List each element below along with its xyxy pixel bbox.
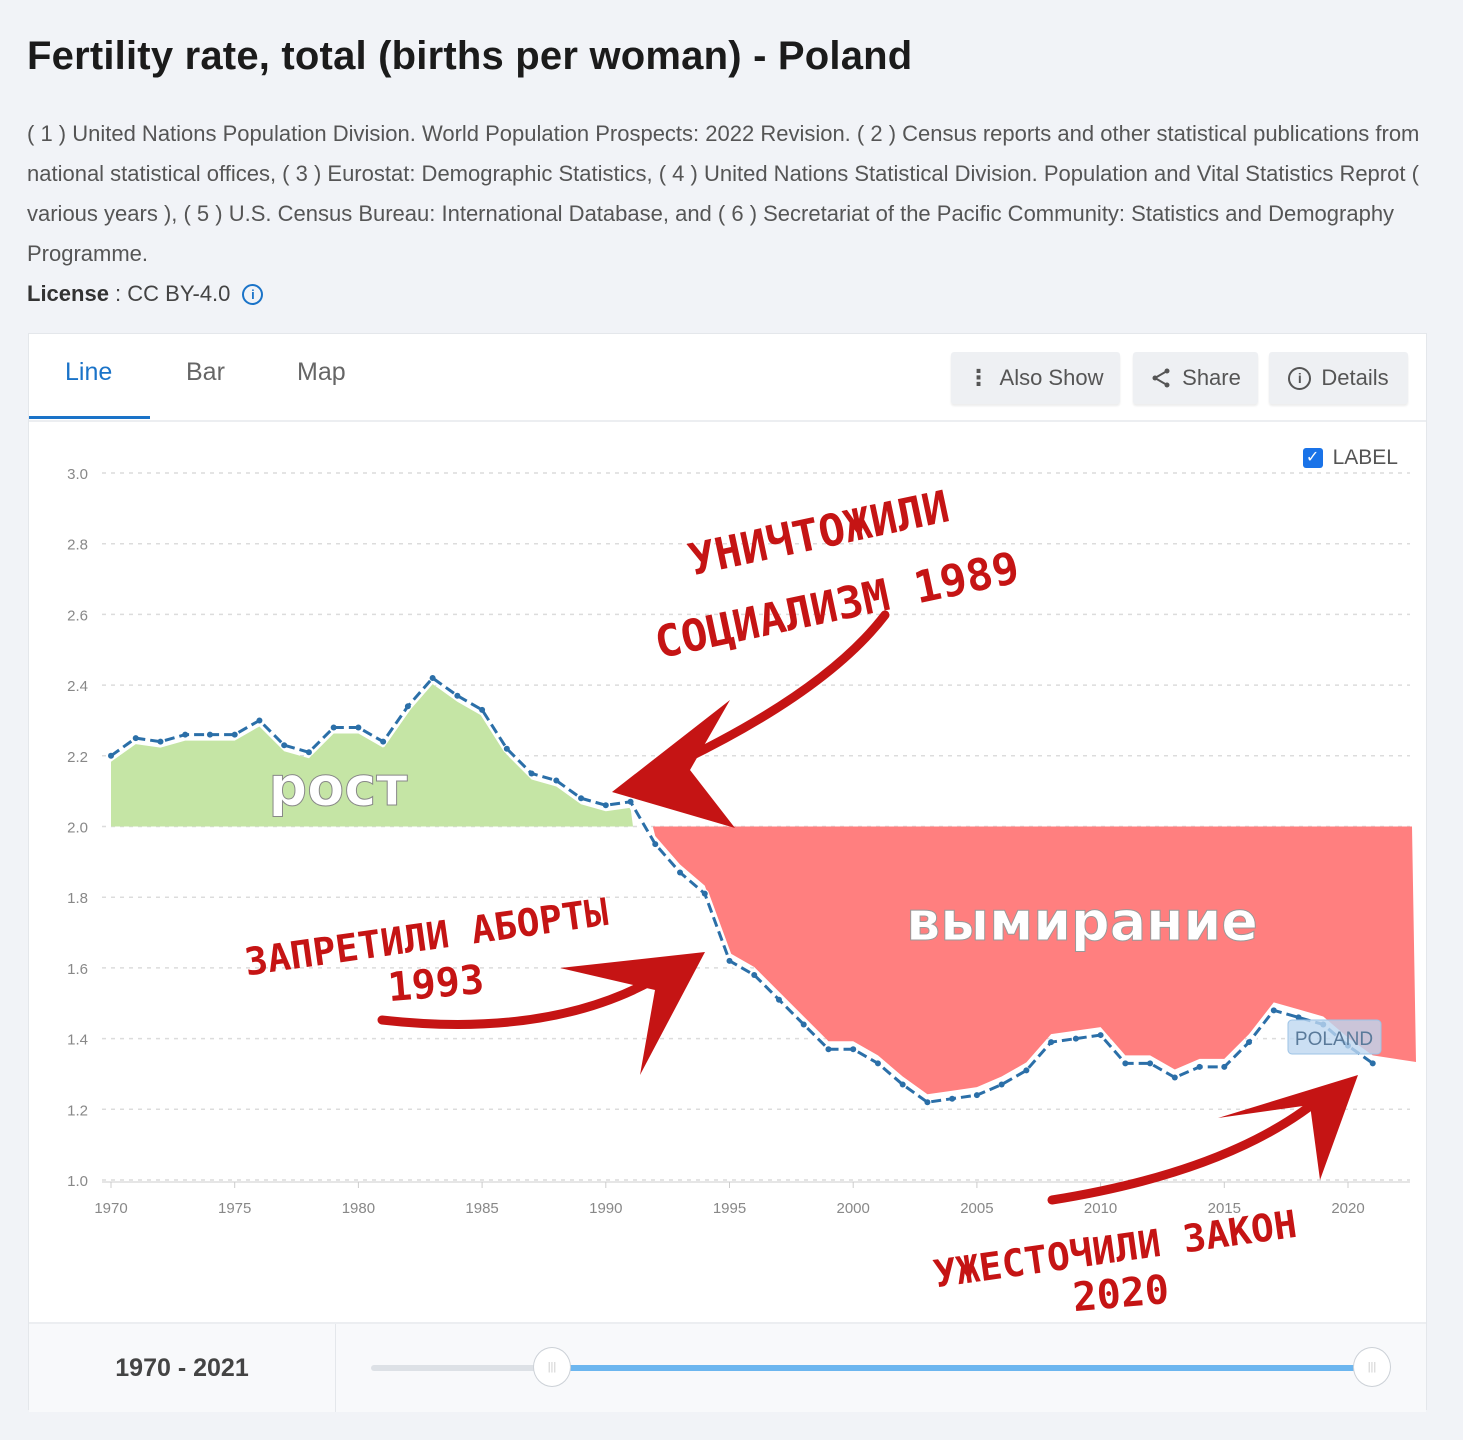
year-range: 1970 - 2021 (29, 1324, 336, 1412)
range-separator: - (170, 1353, 194, 1382)
tab-map[interactable]: Map (297, 358, 346, 387)
tab-bar-chart[interactable]: Bar (186, 358, 225, 387)
range-footer: 1970 - 2021 ||| ||| (29, 1322, 1426, 1412)
license-label: License (27, 281, 109, 306)
active-tab-indicator (29, 416, 150, 419)
info-icon[interactable]: i (242, 284, 264, 305)
slider-start-handle[interactable]: ||| (533, 1347, 571, 1387)
label-toggle-text: LABEL (1332, 446, 1398, 469)
share-label: Share (1182, 365, 1241, 390)
license: License : CC BY-4.0 i (27, 281, 264, 307)
chart-card: Line Bar Map ⋮ Also Show Share i Details ✓… (28, 333, 1427, 1412)
range-end: 2021 (193, 1353, 249, 1382)
range-start: 1970 (115, 1353, 171, 1382)
checkbox-checked-icon[interactable]: ✓ (1302, 448, 1323, 468)
year-slider-track[interactable]: ||| ||| (371, 1347, 1391, 1387)
also-show-button[interactable]: ⋮ Also Show (951, 352, 1120, 404)
details-button[interactable]: i Details (1269, 352, 1408, 404)
tab-bar: Line Bar Map ⋮ Also Show Share i Details (29, 334, 1426, 422)
label-toggle[interactable]: ✓ LABEL (1302, 446, 1398, 470)
details-label: Details (1321, 365, 1389, 390)
info-circle-icon: i (1288, 366, 1312, 390)
also-show-label: Also Show (999, 365, 1104, 390)
page-title: Fertility rate, total (births per woman)… (27, 34, 913, 78)
slider-end-handle[interactable]: ||| (1353, 1347, 1391, 1387)
share-button[interactable]: Share (1133, 352, 1258, 404)
license-value: : CC BY-4.0 (108, 281, 231, 306)
year-slider-fill (552, 1365, 1362, 1371)
source-text: ( 1 ) United Nations Population Division… (27, 121, 1420, 266)
share-icon (1152, 368, 1170, 388)
more-vertical-icon: ⋮ (967, 365, 990, 390)
tab-line[interactable]: Line (65, 358, 112, 387)
